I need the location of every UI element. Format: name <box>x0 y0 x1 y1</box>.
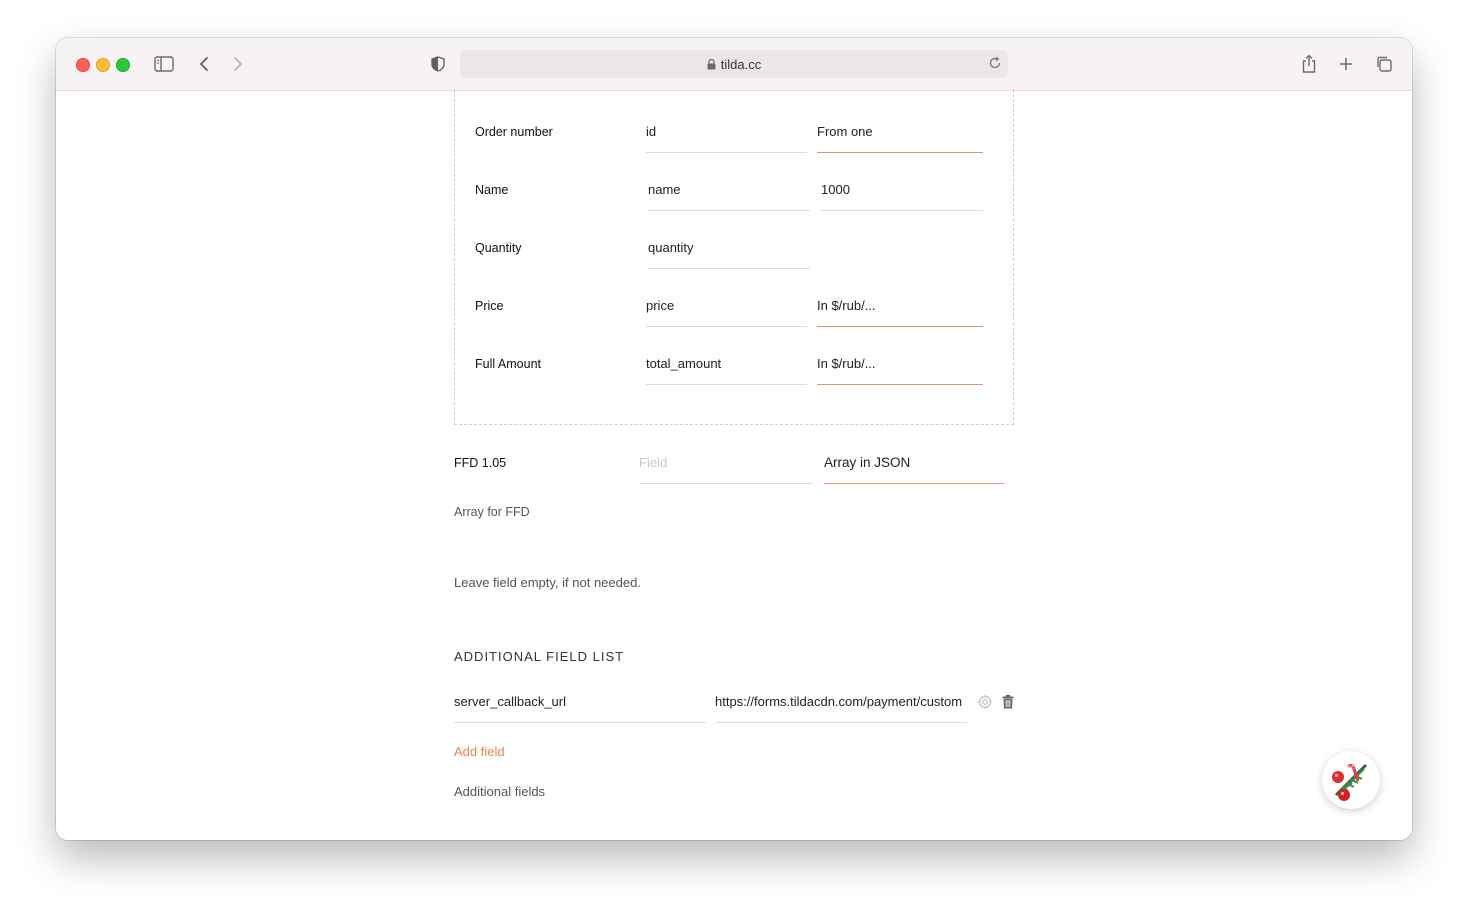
additional-field-value-input[interactable]: https://forms.tildacdn.com/payment/custo… <box>715 694 967 723</box>
trash-icon[interactable] <box>1000 693 1016 711</box>
sidebar-toggle-icon[interactable] <box>152 52 176 76</box>
key-input-quantity[interactable]: quantity <box>648 240 810 269</box>
row-label-quantity: Quantity <box>475 241 522 255</box>
ffd-format-select[interactable]: Array in JSON <box>824 455 1004 484</box>
back-chevron-icon[interactable] <box>192 52 216 76</box>
lock-icon <box>707 58 716 70</box>
new-tab-plus-icon[interactable] <box>1334 52 1358 76</box>
ffd-hint: Array for FFD <box>454 505 530 519</box>
url-text: tilda.cc <box>720 56 762 72</box>
key-input-price[interactable]: price <box>646 298 807 327</box>
additional-fields-label: Additional fields <box>454 784 546 799</box>
option-select-price[interactable]: In $/rub/... <box>817 298 983 327</box>
key-input-full-amount[interactable]: total_amount <box>646 356 807 385</box>
holiday-chat-widget[interactable] <box>1322 751 1380 809</box>
reload-icon[interactable] <box>988 56 1002 70</box>
close-window-button[interactable] <box>76 58 90 72</box>
ffd-field-input[interactable]: Field <box>639 455 813 484</box>
row-label-full-amount: Full Amount <box>475 357 542 371</box>
add-field-link[interactable]: Add field <box>454 744 505 759</box>
forward-chevron-icon[interactable] <box>226 52 250 76</box>
gear-icon[interactable] <box>976 693 994 711</box>
key-input-name[interactable]: name <box>648 182 810 211</box>
row-label-price: Price <box>475 299 504 313</box>
row-label-name: Name <box>475 183 509 197</box>
row-label-order-number: Order number <box>475 125 553 139</box>
key-input-order-number[interactable]: id <box>646 124 807 153</box>
ffd-note: Leave field empty, if not needed. <box>454 575 641 590</box>
page-content: Order number id From one Name name 1000 … <box>56 89 1412 840</box>
privacy-shield-icon[interactable] <box>426 52 450 76</box>
address-bar[interactable]: tilda.cc <box>460 50 1008 78</box>
additional-field-name-input[interactable]: server_callback_url <box>454 694 706 723</box>
option-select-order-number[interactable]: From one <box>817 124 983 153</box>
browser-window: tilda.cc Order number id From one Name n… <box>56 38 1412 840</box>
share-icon[interactable] <box>1297 52 1321 76</box>
option-select-full-amount[interactable]: In $/rub/... <box>817 356 983 385</box>
additional-field-list-heading: ADDITIONAL FIELD LIST <box>454 649 625 664</box>
minimize-window-button[interactable] <box>96 58 110 72</box>
holiday-ornaments-icon <box>1332 763 1368 801</box>
browser-toolbar: tilda.cc <box>56 38 1412 91</box>
option-input-name[interactable]: 1000 <box>821 182 983 211</box>
zoom-window-button[interactable] <box>116 58 130 72</box>
ffd-label: FFD 1.05 <box>454 456 507 470</box>
tab-overview-icon[interactable] <box>1372 52 1396 76</box>
